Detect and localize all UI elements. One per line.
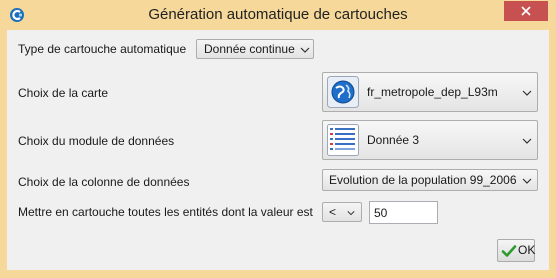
module-value: Donnée 3 [367,133,420,147]
title-bar: Génération automatique de cartouches [0,0,556,30]
ok-button[interactable]: OK [497,239,535,262]
type-dropdown[interactable]: Donnée continue [196,39,314,59]
type-label: Type de cartouche automatique [18,42,187,56]
window-title: Génération automatique de cartouches [148,6,408,23]
map-dropdown[interactable]: fr_metropole_dep_L93m [322,72,538,112]
chevron-down-icon [300,47,310,53]
close-button[interactable] [504,1,548,21]
operator-dropdown[interactable]: < [322,202,362,222]
ok-label: OK [518,243,536,257]
data-table-icon [327,124,359,156]
module-dropdown[interactable]: Donnée 3 [322,120,538,160]
chevron-down-icon [347,211,355,216]
condition-label: Mettre en cartouche toutes les entités d… [18,205,313,219]
checkmark-icon [501,245,517,257]
chevron-down-icon [522,178,532,184]
chevron-down-icon [522,90,532,96]
module-label: Choix du module de données [18,134,175,148]
column-label: Choix de la colonne de données [18,175,190,189]
operator-value: < [329,205,337,219]
close-icon [521,6,531,16]
dialog-body: Type de cartouche automatique Donnée con… [7,30,549,270]
map-label: Choix de la carte [18,86,109,100]
type-value: Donnée continue [204,42,295,56]
threshold-input[interactable] [369,201,438,224]
chevron-down-icon [522,138,532,144]
column-value: Evolution de la population 99_2006 [329,173,517,187]
column-dropdown[interactable]: Evolution de la population 99_2006 [322,169,538,191]
globe-icon [327,76,359,108]
map-value: fr_metropole_dep_L93m [367,85,498,99]
